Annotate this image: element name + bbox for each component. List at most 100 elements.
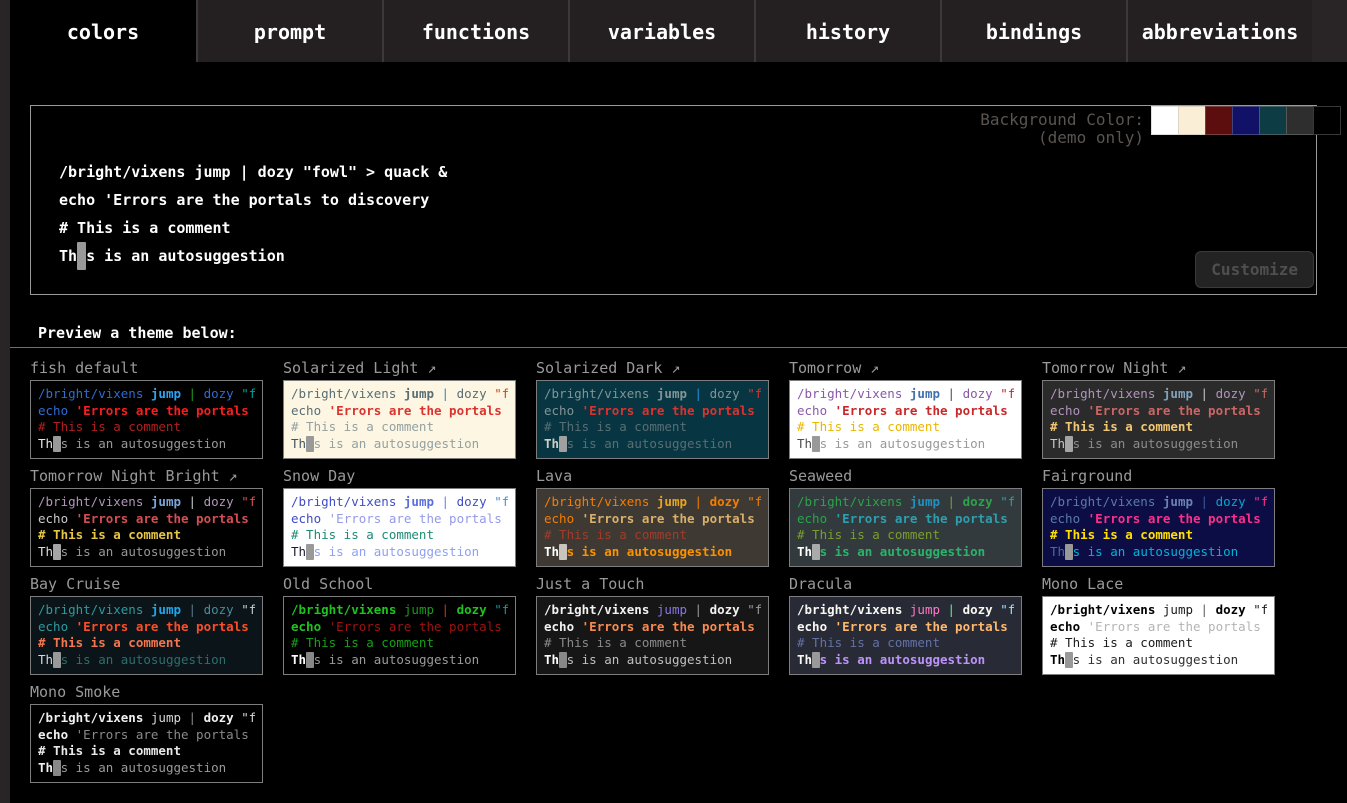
bg-swatch-navy[interactable] [1232,106,1260,135]
demo-error-line: echo 'Errors are the portals to discover… [1050,403,1267,420]
theme-preview: /bright/vixens jump | dozy "fowl" > quac… [283,596,516,675]
demo-command-line: /bright/vixens jump | dozy "fowl" > quac… [544,494,761,511]
tab-history[interactable]: history [754,0,940,62]
demo-autosuggestion-line: This is an autosuggestion [38,760,255,777]
background-swatch-row [1152,106,1341,135]
tab-colors[interactable]: colors [10,0,196,62]
background-color-label-line1: Background Color: [980,110,1144,129]
theme-card-lava[interactable]: Lava/bright/vixens jump | dozy "fowl" > … [536,466,769,574]
theme-card-tomorrow-night-bright[interactable]: Tomorrow Night Bright ↗/bright/vixens ju… [30,466,263,574]
theme-card-dracula[interactable]: Dracula/bright/vixens jump | dozy "fowl"… [789,574,1022,682]
demo-error-line: echo 'Errors are the portals to discover… [544,511,761,528]
text-cursor: i [812,544,820,561]
demo-command-line: /bright/vixens jump | dozy "fowl" > quac… [38,494,255,511]
theme-preview: /bright/vixens jump | dozy "fowl" > quac… [283,488,516,567]
text-cursor: i [53,436,61,453]
theme-title: fish default [30,358,263,380]
theme-card-mono-smoke[interactable]: Mono Smoke/bright/vixens jump | dozy "fo… [30,682,263,790]
external-link-icon: ↗ [1168,359,1186,377]
theme-grid: fish default/bright/vixens jump | dozy "… [30,358,1317,790]
theme-preview: /bright/vixens jump | dozy "fowl" > quac… [30,380,263,459]
bg-swatch-cream[interactable] [1178,106,1206,135]
bg-swatch-dark-teal[interactable] [1259,106,1287,135]
theme-title: Bay Cruise [30,574,263,596]
theme-card-mono-lace[interactable]: Mono Lace/bright/vixens jump | dozy "fow… [1042,574,1275,682]
themes-heading: Preview a theme below: [38,324,237,342]
text-cursor: i [812,436,820,453]
theme-preview: /bright/vixens jump | dozy "fowl" > quac… [789,596,1022,675]
theme-title: Seaweed [789,466,1022,488]
demo-error-line: echo 'Errors are the portals to discover… [1050,619,1267,636]
demo-autosuggestion-line: This is an autosuggestion [797,652,1014,669]
text-cursor: i [53,544,61,561]
demo-comment-line: # This is a comment [38,419,255,436]
demo-command-line: /bright/vixens jump | dozy "fowl" > quac… [38,710,255,727]
colors-panel: Background Color:(demo only) /bright/vix… [10,62,1347,803]
theme-card-fairground[interactable]: Fairground/bright/vixens jump | dozy "fo… [1042,466,1275,574]
demo-comment-line: # This is a comment [544,419,761,436]
tab-abbreviations[interactable]: abbreviations [1126,0,1312,62]
terminal-preview-text: /bright/vixens jump | dozy "fowl" > quac… [59,158,447,270]
demo-comment-line: # This is a comment [38,635,255,652]
theme-card-solarized-dark[interactable]: Solarized Dark ↗ /bright/vixens jump | do… [536,358,769,466]
demo-comment-line: # This is a comment [38,743,255,760]
theme-card-old-school[interactable]: Old School/bright/vixens jump | dozy "fo… [283,574,516,682]
demo-error-line: echo 'Errors are the portals to discover… [38,403,255,420]
demo-command-line: /bright/vixens jump | dozy "fowl" > quac… [291,386,508,403]
demo-autosuggestion-line: This is an autosuggestion [38,544,255,561]
theme-card-snow-day[interactable]: Snow Day/bright/vixens jump | dozy "fowl… [283,466,516,574]
tab-functions[interactable]: functions [382,0,568,62]
external-link-icon: ↗ [220,467,238,485]
demo-comment-line: # This is a comment [797,419,1014,436]
demo-comment-line: # This is a comment [544,527,761,544]
demo-comment-line: # This is a comment [1050,527,1267,544]
demo-command-line: /bright/vixens jump | dozy "fowl" > quac… [544,602,761,619]
demo-command-line: /bright/vixens jump | dozy "fowl" > quac… [797,494,1014,511]
demo-error-line: echo 'Errors are the portals to discover… [544,619,761,636]
theme-card-tomorrow[interactable]: Tomorrow ↗/bright/vixens jump | dozy "fo… [789,358,1022,466]
demo-autosuggestion-line: This is an autosuggestion [544,544,761,561]
background-color-label-line2: (demo only) [1038,128,1144,147]
demo-comment-line: # This is a comment [59,214,447,242]
demo-command-line: /bright/vixens jump | dozy "fowl" > quac… [38,386,255,403]
tab-variables[interactable]: variables [568,0,754,62]
demo-error-line: echo 'Errors are the portals to discover… [38,619,255,636]
theme-card-fish-default[interactable]: fish default/bright/vixens jump | dozy "… [30,358,263,466]
theme-card-tomorrow-night[interactable]: Tomorrow Night ↗/bright/vixens jump | do… [1042,358,1275,466]
theme-preview: /bright/vixens jump | dozy "fowl" > quac… [1042,596,1275,675]
text-cursor: i [559,652,567,669]
text-cursor: i [812,652,820,669]
demo-comment-line: # This is a comment [797,527,1014,544]
text-cursor: i [53,760,61,777]
bg-swatch-dark-gray[interactable] [1286,106,1314,135]
demo-autosuggestion-line: This is an autosuggestion [1050,544,1267,561]
theme-card-just-a-touch[interactable]: Just a Touch/bright/vixens jump | dozy "… [536,574,769,682]
theme-title: Snow Day [283,466,516,488]
demo-autosuggestion-line: This is an autosuggestion [291,436,508,453]
bg-swatch-white[interactable] [1151,106,1179,135]
demo-autosuggestion-line: This is an autosuggestion [797,544,1014,561]
demo-comment-line: # This is a comment [291,527,508,544]
theme-title: Mono Lace [1042,574,1275,596]
demo-comment-line: # This is a comment [291,419,508,436]
theme-title: Solarized Dark ↗ [536,358,769,380]
demo-autosuggestion-line: This is an autosuggestion [544,652,761,669]
bg-swatch-black[interactable] [1313,106,1341,135]
tab-bindings[interactable]: bindings [940,0,1126,62]
tab-prompt[interactable]: prompt [196,0,382,62]
theme-preview: /bright/vixens jump | dozy "fowl" > quac… [536,596,769,675]
theme-card-solarized-light[interactable]: Solarized Light ↗/bright/vixens jump | d… [283,358,516,466]
demo-error-line: echo 'Errors are the portals to discover… [291,511,508,528]
bg-swatch-dark-red[interactable] [1205,106,1233,135]
theme-preview: /bright/vixens jump | dozy "fowl" > quac… [30,704,263,783]
theme-card-seaweed[interactable]: Seaweed/bright/vixens jump | dozy "fowl"… [789,466,1022,574]
demo-autosuggestion-line: This is an autosuggestion [544,436,761,453]
customize-button[interactable]: Customize [1195,251,1314,288]
text-cursor: i [77,242,86,270]
demo-comment-line: # This is a comment [797,635,1014,652]
external-link-icon: ↗ [662,359,680,377]
demo-command-line: /bright/vixens jump | dozy "fowl" > quac… [544,386,761,403]
theme-card-bay-cruise[interactable]: Bay Cruise/bright/vixens jump | dozy "fo… [30,574,263,682]
demo-error-line: echo 'Errors are the portals to discover… [544,403,761,420]
demo-command-line: /bright/vixens jump | dozy "fowl" > quac… [38,602,255,619]
